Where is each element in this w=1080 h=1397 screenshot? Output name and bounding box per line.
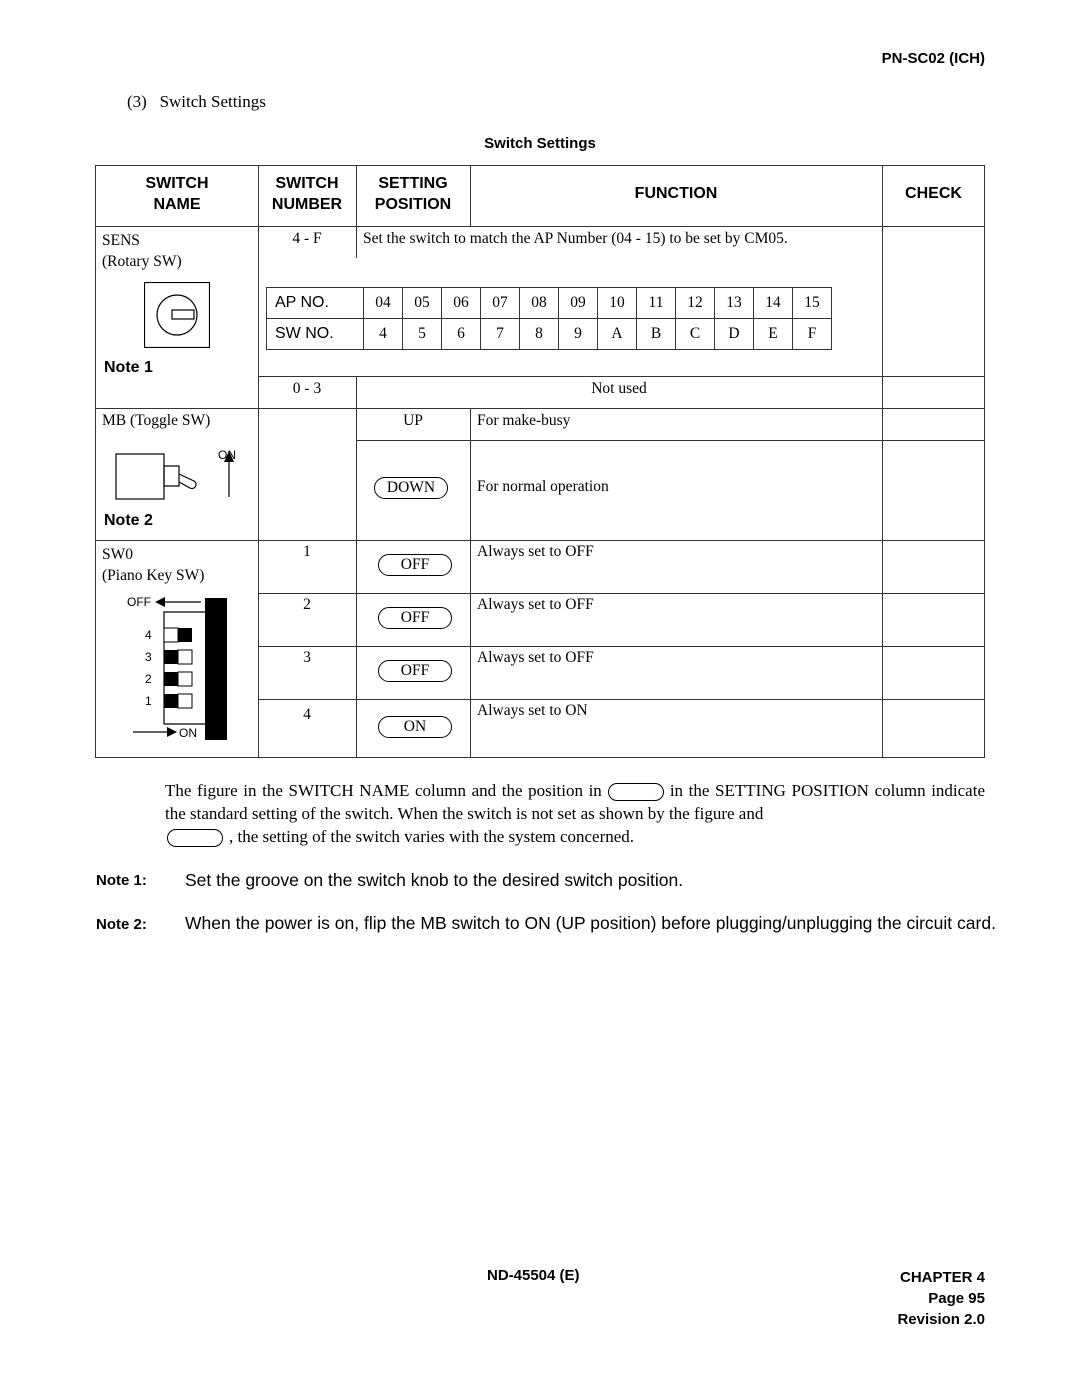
chapter-label: CHAPTER 4	[899, 1269, 985, 1286]
piano-key-label: 1	[145, 694, 152, 708]
col-header-switch-name: SWITCH NAME	[145, 175, 209, 213]
document-id: PN-SC02 (ICH)	[881, 50, 985, 67]
ap-cell: 04	[363, 287, 403, 319]
ap-sw-mapping-table: AP NO. 04 05 06 07 08 09 10 11 12 13 14 …	[266, 287, 832, 350]
sw-cell: 4	[363, 318, 403, 350]
revision-label: Revision 2.0	[897, 1311, 985, 1328]
ap-cell: 07	[480, 287, 520, 319]
sw0-number: 2	[303, 596, 311, 613]
ap-no-label: AP NO.	[266, 287, 364, 319]
row-divider	[258, 376, 985, 377]
mb-switch-name: MB (Toggle SW)	[102, 412, 211, 429]
sw0-function: Always set to OFF	[477, 649, 594, 666]
sw-cell: C	[675, 318, 715, 350]
section-title: Switch Settings	[159, 92, 266, 111]
switch-settings-table: SWITCH NAME SWITCH NUMBER SETTING POSITI…	[95, 165, 985, 758]
sw-cell: A	[597, 318, 637, 350]
sw0-position-standard: OFF	[378, 660, 452, 682]
ap-cell: 14	[753, 287, 793, 319]
note-1-ref: Note 1	[104, 359, 153, 376]
sw-cell: B	[636, 318, 676, 350]
row-divider	[96, 540, 985, 541]
explanation-paragraph: The figure in the SWITCH NAME column and…	[165, 781, 986, 848]
sens-switch-name: SENS (Rotary SW)	[102, 232, 182, 270]
page-info: CHAPTER 4 Page 95 Revision 2.0	[897, 1267, 985, 1330]
piano-key-switch-icon	[133, 597, 227, 740]
sens-function-03: Not used	[591, 380, 647, 397]
row-divider	[258, 646, 985, 647]
ap-number-row: AP NO. 04 05 06 07 08 09 10 11 12 13 14 …	[266, 287, 832, 319]
col-header-setting-position: SETTING POSITION	[374, 175, 452, 213]
sw0-number: 3	[303, 649, 311, 666]
sens-function-4f: Set the switch to match the AP Number (0…	[363, 230, 788, 247]
toggle-on-label: ON	[218, 448, 236, 462]
sw-cell: 5	[402, 318, 442, 350]
col-header-switch-number: SWITCH NUMBER	[271, 175, 343, 213]
piano-key-label: 2	[145, 672, 152, 686]
note-2-text: When the power is on, flip the MB switch…	[185, 913, 996, 933]
sw-no-label: SW NO.	[266, 318, 364, 350]
note-2-ref: Note 2	[104, 512, 153, 529]
piano-key-label: 4	[145, 628, 152, 642]
ap-cell: 13	[714, 287, 754, 319]
row-divider	[96, 226, 985, 227]
ap-cell: 15	[792, 287, 832, 319]
rotary-switch-icon	[144, 282, 210, 348]
col-header-check: CHECK	[905, 185, 962, 202]
sw-cell: E	[753, 318, 793, 350]
ap-cell: 06	[441, 287, 481, 319]
page-number: Page 95	[928, 1290, 985, 1307]
sw0-position-standard: OFF	[378, 554, 452, 576]
ap-cell: 11	[636, 287, 676, 319]
ap-cell: 08	[519, 287, 559, 319]
sw-cell: 8	[519, 318, 559, 350]
sw0-function: Always set to OFF	[477, 596, 594, 613]
sw0-switch-name: SW0 (Piano Key SW)	[102, 546, 205, 584]
mb-position-down-standard: DOWN	[374, 477, 448, 499]
sw-cell: D	[714, 318, 754, 350]
row-divider	[258, 699, 985, 700]
sw-cell: 7	[480, 318, 520, 350]
piano-key-label: 3	[145, 650, 152, 664]
sens-number-03: 0 - 3	[292, 380, 322, 397]
note-1-text: Set the groove on the switch knob to the…	[185, 870, 684, 890]
mb-function-down: For normal operation	[477, 478, 609, 495]
col-divider	[258, 166, 259, 758]
sw-number-row: SW NO. 4 5 6 7 8 9 A B C D E F	[266, 318, 832, 350]
row-divider	[96, 408, 985, 409]
sw0-number: 1	[303, 543, 311, 560]
sw0-position-standard: OFF	[378, 607, 452, 629]
table-title: Switch Settings	[484, 135, 596, 152]
col-header-function: FUNCTION	[634, 185, 718, 202]
row-divider	[356, 440, 985, 441]
col-divider	[882, 166, 883, 758]
sens-number-4f: 4 - F	[292, 230, 322, 247]
col-divider	[356, 376, 357, 758]
manual-number: ND-45504 (E)	[487, 1267, 580, 1284]
row-divider	[258, 593, 985, 594]
col-divider	[356, 226, 357, 258]
mb-function-up: For make-busy	[477, 412, 571, 429]
sw0-function: Always set to OFF	[477, 543, 594, 560]
standard-position-marker-icon	[607, 783, 664, 802]
piano-off-label: OFF	[127, 595, 151, 609]
section-number: (3)	[127, 92, 147, 111]
section-heading: (3) Switch Settings	[127, 92, 266, 112]
note-2-label: Note 2:	[96, 916, 147, 933]
mb-position-up: UP	[403, 412, 423, 429]
sw0-function: Always set to ON	[477, 702, 588, 719]
ap-cell: 09	[558, 287, 598, 319]
col-divider	[470, 408, 471, 758]
sw0-position-standard: ON	[378, 716, 452, 738]
ap-cell: 12	[675, 287, 715, 319]
sw-cell: F	[792, 318, 832, 350]
sw-cell: 9	[558, 318, 598, 350]
ap-cell: 05	[402, 287, 442, 319]
ap-cell: 10	[597, 287, 637, 319]
standard-position-marker-icon	[167, 829, 223, 848]
piano-on-label: ON	[179, 726, 197, 740]
sw0-number: 4	[303, 706, 311, 723]
sw-cell: 6	[441, 318, 481, 350]
note-1-label: Note 1:	[96, 872, 147, 889]
